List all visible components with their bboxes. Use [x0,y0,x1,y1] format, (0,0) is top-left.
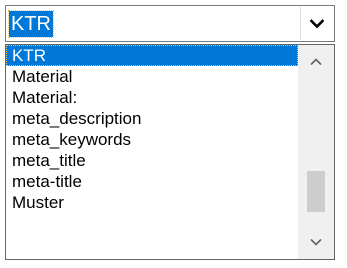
scroll-down-button[interactable] [298,225,334,259]
options-list: KTR Material Material: meta_description … [6,45,298,259]
list-item-meta-title-hyphen[interactable]: meta-title [6,171,298,192]
scroll-thumb[interactable] [307,171,325,212]
scroll-up-button[interactable] [298,45,334,79]
chevron-down-icon [310,18,324,28]
list-item-muster[interactable]: Muster [6,192,298,213]
combobox-value-area[interactable]: KTR [8,9,54,38]
chevron-down-icon [310,238,322,246]
scroll-track[interactable] [298,79,334,225]
vertical-scrollbar[interactable] [298,45,334,259]
list-item-material-colon[interactable]: Material: [6,87,298,108]
dropdown-list: KTR Material Material: meta_description … [5,44,335,260]
combobox-selected-value[interactable]: KTR [8,9,54,38]
list-item-meta-keywords[interactable]: meta_keywords [6,129,298,150]
list-item-material[interactable]: Material [6,66,298,87]
list-item-ktr[interactable]: KTR [6,45,298,66]
list-item-meta-title[interactable]: meta_title [6,150,298,171]
dropdown-toggle-button[interactable] [300,7,333,40]
combobox[interactable]: KTR [5,5,335,42]
chevron-up-icon [310,58,322,66]
list-item-meta-description[interactable]: meta_description [6,108,298,129]
